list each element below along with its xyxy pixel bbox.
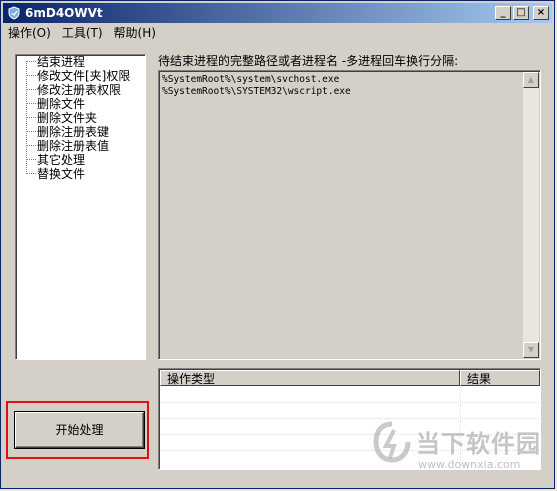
tree-connector [26,117,36,118]
watermark-brand: 当下软件园 [416,430,541,458]
menu-bar: 操作(O) 工具(T) 帮助(H) [3,23,552,41]
tree-connector [26,103,36,104]
tree-connector [26,89,36,90]
tree-connector [26,159,36,160]
scroll-up-button[interactable]: ▲ [523,72,539,88]
column-header-operation-type[interactable]: 操作类型 [160,370,460,386]
tree-item-registry-permission[interactable]: 修改注册表权限 [37,83,121,97]
process-path-line: %SystemRoot%\system\svchost.exe [162,74,340,85]
scroll-down-button[interactable]: ▼ [523,342,539,358]
tree-connector [26,131,36,132]
app-shield-icon [8,6,20,20]
menu-help[interactable]: 帮助(H) [109,24,162,41]
tree-item-end-process[interactable]: 结束进程 [37,55,85,69]
vertical-scrollbar[interactable]: ▲ ▼ [523,72,539,358]
tree-connector [26,173,36,174]
tree-item-delete-reg-value[interactable]: 删除注册表值 [37,139,109,153]
maximize-button[interactable]: □ [513,6,529,20]
tree-item-other[interactable]: 其它处理 [37,153,85,167]
tree-item-delete-folder[interactable]: 删除文件夹 [37,111,97,125]
table-row [160,402,539,403]
minimize-button[interactable]: _ [495,6,511,20]
table-row [160,418,539,419]
menu-tools[interactable]: 工具(T) [57,24,109,41]
tree-item-delete-reg-key[interactable]: 删除注册表键 [37,125,109,139]
tree-item-replace-file[interactable]: 替换文件 [37,167,85,181]
tree-connector [26,145,36,146]
tree-item-delete-file[interactable]: 删除文件 [37,97,85,111]
close-button[interactable]: × [533,6,549,20]
process-prompt-label: 待结束进程的完整路径或者进程名 -多进程回车换行分隔: [158,54,459,68]
tree-connector [26,75,36,76]
process-path-textarea[interactable]: %SystemRoot%\system\svchost.exe %SystemR… [158,70,541,360]
watermark-logo-icon [373,421,411,463]
column-header-result[interactable]: 结果 [460,370,540,386]
action-tree[interactable]: 结束进程 修改文件[夹]权限 修改注册表权限 删除文件 删除文件夹 删除注册表键… [15,54,146,360]
watermark-url: www.downxia.com [418,458,521,471]
tree-item-file-permission[interactable]: 修改文件[夹]权限 [37,69,130,83]
start-processing-button[interactable]: 开始处理 [15,412,144,448]
title-bar[interactable]: 6mD4OWVt _ □ × [3,3,552,23]
window-title: 6mD4OWVt [25,6,103,20]
watermark: 当下软件园 www.downxia.com [372,420,552,480]
menu-operation[interactable]: 操作(O) [3,24,57,41]
tree-connector [26,61,36,62]
process-path-line: %SystemRoot%\SYSTEM32\wscript.exe [162,86,351,97]
